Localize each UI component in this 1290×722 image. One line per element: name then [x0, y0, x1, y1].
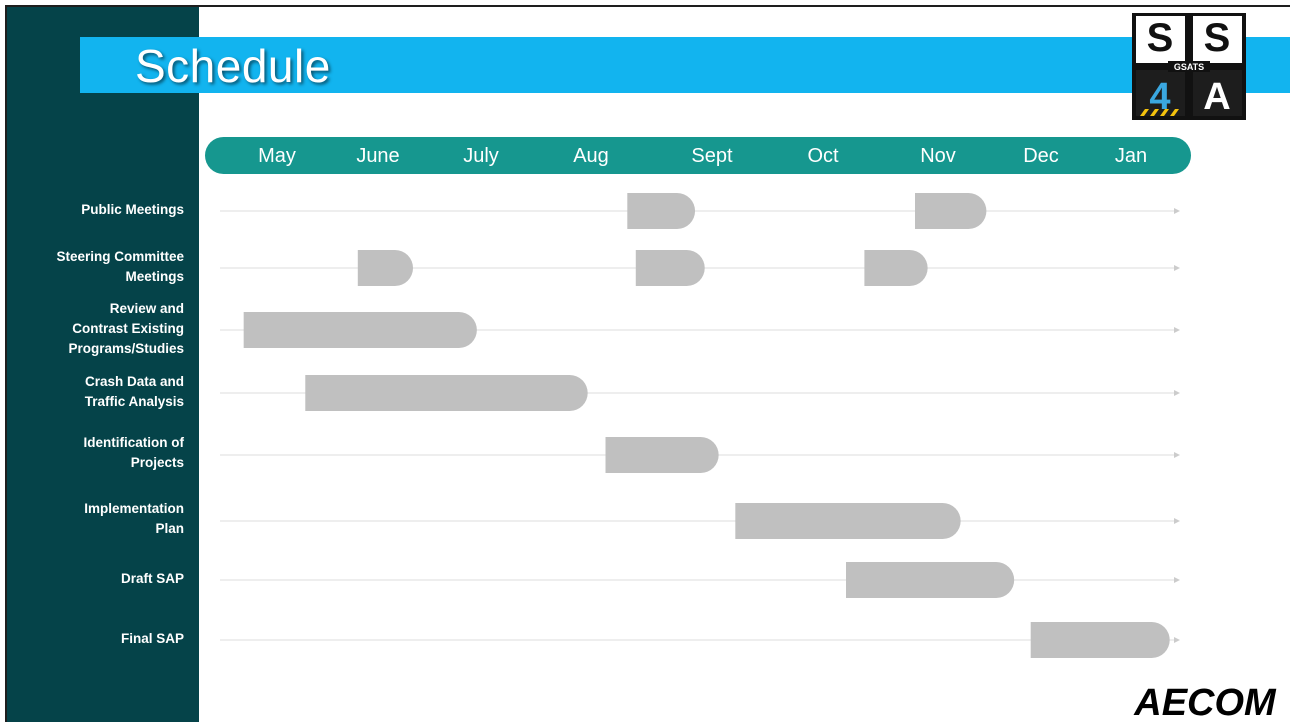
- task-lane-arrow: [1174, 208, 1180, 214]
- aecom-logo: AECOM: [1133, 682, 1277, 721]
- task-bar: [605, 437, 719, 473]
- gantt-chart: [220, 193, 1180, 658]
- aecom-logo-text: AECOM: [1133, 682, 1277, 721]
- task-lane-arrow: [1174, 577, 1180, 583]
- task-lane-arrow: [1174, 518, 1180, 524]
- task-bar: [627, 193, 696, 229]
- task-lane-arrow: [1174, 637, 1180, 643]
- task-bar: [305, 375, 588, 411]
- task-bar: [357, 250, 414, 286]
- task-lane-arrow: [1174, 265, 1180, 271]
- task-lane-arrow: [1174, 327, 1180, 333]
- task-bar: [635, 250, 705, 286]
- task-lane-arrow: [1174, 390, 1180, 396]
- task-lane-arrow: [1174, 452, 1180, 458]
- task-bar: [735, 503, 961, 539]
- task-bar: [915, 193, 987, 229]
- task-bar: [1030, 622, 1170, 658]
- task-bar: [864, 250, 928, 286]
- task-bar: [243, 312, 477, 348]
- task-bar: [846, 562, 1015, 598]
